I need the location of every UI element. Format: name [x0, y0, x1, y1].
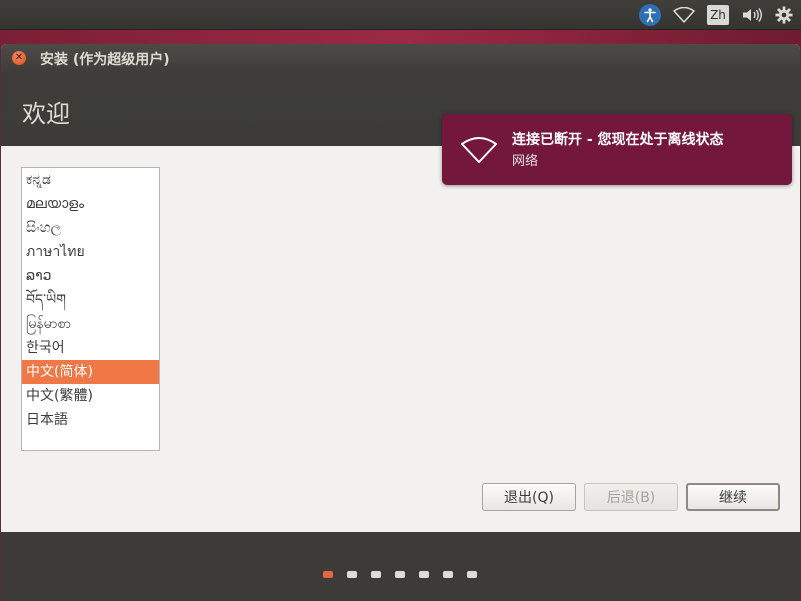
progress-dot — [347, 571, 357, 578]
progress-dot — [371, 571, 381, 578]
system-tray: Zh — [639, 0, 801, 29]
language-list-item[interactable]: ಕನ್ನಡ — [22, 168, 159, 192]
accessibility-menu[interactable] — [639, 0, 661, 29]
progress-dot — [419, 571, 429, 578]
page-heading: 欢迎 — [22, 100, 70, 128]
accessibility-icon — [639, 3, 661, 26]
progress-dot — [443, 571, 453, 578]
installer-footer — [1, 532, 800, 601]
keyboard-layout-menu[interactable]: Zh — [707, 0, 729, 29]
language-list-item[interactable]: 한국어 — [22, 336, 159, 360]
wifi-icon — [673, 6, 695, 23]
close-button[interactable]: ✕ — [12, 51, 26, 65]
progress-dots — [323, 571, 477, 578]
network-menu[interactable] — [673, 0, 695, 29]
window-title: 安装 (作为超级用户) — [40, 52, 170, 68]
top-panel: Zh — [0, 0, 801, 30]
notification-title: 连接已断开 - 您现在处于离线状态 — [512, 132, 724, 148]
language-list-item[interactable]: မြန်မာစာ — [22, 312, 159, 336]
language-list-item[interactable]: བོད་ཡིག — [22, 288, 159, 312]
language-list-item[interactable]: മലയാളം — [22, 192, 159, 216]
language-list-item[interactable]: 中文(简体) — [22, 360, 159, 384]
volume-icon — [743, 7, 762, 22]
notification-body: 网络 — [512, 154, 539, 169]
network-notification: 连接已断开 - 您现在处于离线状态 网络 — [442, 114, 792, 185]
quit-button[interactable]: 退出(Q) — [482, 483, 576, 511]
back-button[interactable]: 后退(B) — [584, 483, 678, 511]
session-menu[interactable] — [775, 0, 793, 29]
continue-button[interactable]: 继续 — [686, 483, 780, 511]
close-icon: ✕ — [14, 52, 24, 63]
progress-dot — [395, 571, 405, 578]
language-list-item[interactable]: සිංහල — [22, 216, 159, 240]
progress-dot — [467, 571, 477, 578]
keyboard-layout-indicator: Zh — [707, 4, 729, 25]
gear-icon — [775, 6, 793, 23]
language-list-item[interactable]: 中文(繁體) — [22, 384, 159, 408]
progress-dot — [323, 571, 333, 578]
sound-menu[interactable] — [741, 0, 763, 29]
language-list[interactable]: ಕನ್ನಡ മലയാളം සිංහල ภาษาไทย ລາວ བོད་ཡིག မြန်မာစ… — [21, 167, 160, 451]
language-list-item[interactable]: ລາວ — [22, 264, 159, 288]
language-list-item[interactable]: 日本語 — [22, 408, 159, 432]
language-list-item[interactable]: ภาษาไทย — [22, 240, 159, 264]
wifi-icon — [461, 137, 497, 163]
